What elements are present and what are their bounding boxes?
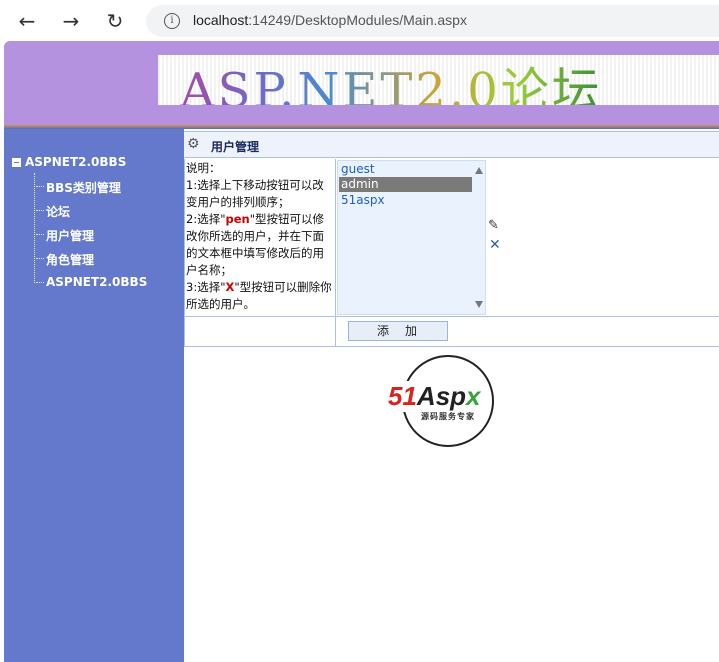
instruction-3: 3:选择"X"型按钮可以删除你所选的用户。 bbox=[186, 280, 332, 311]
instructions: 说明： 1:选择上下移动按钮可以改变用户的排列顺序； 2:选择"pen"型按钮可… bbox=[184, 159, 336, 317]
logo-tagline: 源码服务专家 bbox=[421, 412, 475, 421]
sidebar-item-roles[interactable]: 角色管理 bbox=[35, 251, 94, 268]
banner: ASP.NET2.0论坛 bbox=[4, 41, 719, 125]
pencil-icon[interactable]: ✎ bbox=[488, 218, 502, 233]
instructions-heading: 说明： bbox=[186, 161, 221, 175]
info-icon[interactable]: i bbox=[164, 13, 180, 29]
instruction-2: 2:选择"pen"型按钮可以修改你所选的用户，并在下面的文本框中填写修改后的用户… bbox=[186, 212, 324, 277]
empty-cell bbox=[184, 317, 336, 347]
collapse-icon[interactable] bbox=[12, 158, 21, 167]
sidebar-item-forum[interactable]: 论坛 bbox=[35, 203, 70, 220]
51aspx-logo: 51Aspx 源码服务专家 bbox=[384, 353, 512, 453]
delete-x-icon[interactable]: ✕ bbox=[489, 238, 503, 252]
panel-header: ⚙ 用户管理 bbox=[184, 131, 719, 158]
main-content: ⚙ 用户管理 说明： 1:选择上下移动按钮可以改变用户的排列顺序； 2:选择"p… bbox=[184, 129, 719, 662]
add-cell: 添加 bbox=[336, 317, 719, 347]
banner-image: ASP.NET2.0论坛 bbox=[158, 55, 719, 105]
user-listbox[interactable]: guest admin 51aspx bbox=[337, 160, 486, 315]
back-arrow-icon[interactable]: ← bbox=[14, 8, 40, 34]
gear-icon: ⚙ bbox=[187, 136, 200, 152]
browser-toolbar: ← → ↻ i localhost:14249/DesktopModules/M… bbox=[0, 0, 719, 41]
scroll-up-icon[interactable] bbox=[475, 167, 483, 174]
scroll-down-icon[interactable] bbox=[475, 301, 483, 308]
list-item[interactable]: 51aspx bbox=[339, 193, 472, 208]
tree-root-label: ASPNET2.0BBS bbox=[25, 155, 127, 169]
sidebar-item-users[interactable]: 用户管理 bbox=[35, 227, 94, 244]
page: ASP.NET2.0论坛 ASPNET2.0BBS BBS类别管理 论坛 用户管… bbox=[4, 41, 719, 662]
sidebar-item-bbs-category[interactable]: BBS类别管理 bbox=[36, 179, 121, 196]
sidebar-item-bbs[interactable]: ASPNET2.0BBS bbox=[35, 275, 147, 289]
banner-title: ASP.NET2.0论坛 bbox=[180, 55, 603, 105]
panel-title: 用户管理 bbox=[211, 140, 260, 154]
instruction-1: 1:选择上下移动按钮可以改变用户的排列顺序； bbox=[186, 178, 324, 209]
url-text: localhost:14249/DesktopModules/Main.aspx bbox=[193, 12, 467, 28]
list-item-selected[interactable]: admin bbox=[339, 177, 472, 192]
tree-connector bbox=[34, 173, 35, 283]
address-bar[interactable]: i localhost:14249/DesktopModules/Main.as… bbox=[146, 5, 719, 37]
sidebar: ASPNET2.0BBS BBS类别管理 论坛 用户管理 角色管理 ASPNET… bbox=[4, 129, 184, 662]
forward-arrow-icon[interactable]: → bbox=[58, 8, 84, 34]
logo-text: 51Aspx bbox=[386, 381, 483, 412]
reload-icon[interactable]: ↻ bbox=[102, 8, 128, 34]
tree-root[interactable]: ASPNET2.0BBS bbox=[12, 155, 126, 169]
add-button[interactable]: 添加 bbox=[348, 321, 448, 341]
user-admin-table: 说明： 1:选择上下移动按钮可以改变用户的排列顺序； 2:选择"pen"型按钮可… bbox=[184, 159, 719, 347]
user-list-cell: guest admin 51aspx ✎ ✕ bbox=[336, 159, 719, 317]
list-item[interactable]: guest bbox=[339, 162, 472, 177]
